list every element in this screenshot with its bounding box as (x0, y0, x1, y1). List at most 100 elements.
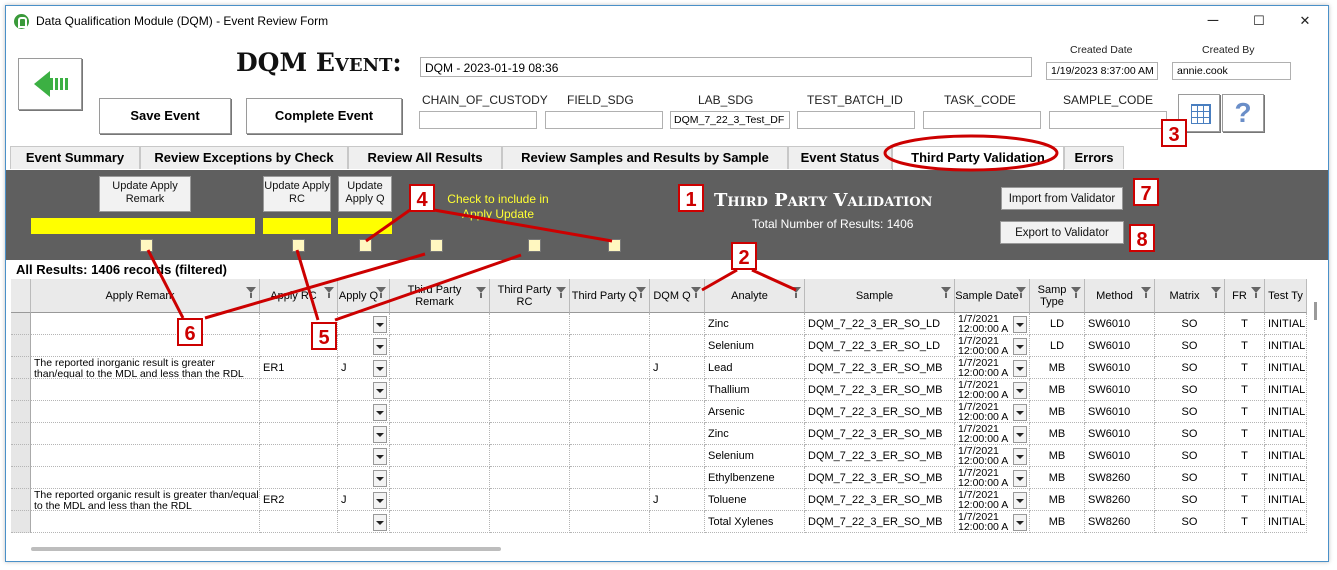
filter-icon[interactable] (1251, 287, 1261, 298)
tab-review-samples-and-results[interactable]: Review Samples and Results by Sample (502, 146, 788, 169)
dropdown-arrow-icon[interactable] (1013, 448, 1027, 465)
table-row[interactable]: Selenium DQM_7_22_3_ER_SO_LD 1/7/2021 12:0… (11, 335, 1307, 357)
column-header[interactable]: DQM Q (650, 279, 705, 313)
row-selector[interactable] (11, 489, 31, 511)
sample-date-cell[interactable]: 1/7/2021 12:00:00 A (955, 467, 1030, 489)
help-button[interactable]: ? (1222, 94, 1264, 132)
column-header[interactable]: Sample (805, 279, 955, 313)
apply-q-cell[interactable]: J (338, 489, 390, 511)
filter-icon[interactable] (556, 287, 566, 298)
column-header[interactable]: Third Party RC (490, 279, 570, 313)
include-remark-checkbox[interactable] (140, 239, 153, 252)
column-header[interactable]: Sample Date (955, 279, 1030, 313)
filter-icon[interactable] (1141, 287, 1151, 298)
apply-remark-input[interactable] (31, 218, 255, 234)
tab-errors[interactable]: Errors (1064, 146, 1124, 169)
apply-q-cell[interactable]: J (338, 357, 390, 379)
apply-q-cell[interactable] (338, 335, 390, 357)
sample-date-cell[interactable]: 1/7/2021 12:00:00 A (955, 445, 1030, 467)
field-sdg-field[interactable] (545, 111, 663, 129)
back-button[interactable] (18, 58, 82, 110)
sample-date-cell[interactable]: 1/7/2021 12:00:00 A (955, 357, 1030, 379)
maximize-button[interactable]: ☐ (1236, 6, 1282, 36)
row-selector[interactable] (11, 467, 31, 489)
column-header[interactable]: Method (1085, 279, 1155, 313)
horizontal-scrollbar[interactable] (31, 547, 501, 551)
include-rc-checkbox[interactable] (292, 239, 305, 252)
task-code-field[interactable] (923, 111, 1041, 129)
dropdown-arrow-icon[interactable] (373, 514, 387, 531)
column-header[interactable]: FR (1225, 279, 1265, 313)
vertical-scrollbar[interactable] (1314, 302, 1317, 320)
filter-icon[interactable] (476, 287, 486, 298)
sample-date-cell[interactable]: 1/7/2021 12:00:00 A (955, 313, 1030, 335)
column-header[interactable]: Third Party Q (570, 279, 650, 313)
dropdown-arrow-icon[interactable] (1013, 470, 1027, 487)
dropdown-arrow-icon[interactable] (1013, 492, 1027, 509)
event-name-field[interactable]: DQM - 2023-01-19 08:36 (420, 57, 1032, 77)
filter-icon[interactable] (1071, 287, 1081, 298)
export-to-validator-button[interactable]: Export to Validator (1000, 221, 1124, 244)
filter-icon[interactable] (791, 287, 801, 298)
filter-icon[interactable] (246, 287, 256, 298)
row-selector[interactable] (11, 445, 31, 467)
dropdown-arrow-icon[interactable] (373, 404, 387, 421)
dropdown-arrow-icon[interactable] (1013, 360, 1027, 377)
apply-q-cell[interactable] (338, 423, 390, 445)
row-selector[interactable] (11, 357, 31, 379)
dropdown-arrow-icon[interactable] (373, 360, 387, 377)
chain-of-custody-field[interactable] (419, 111, 537, 129)
table-row[interactable]: Ethylbenzene DQM_7_22_3_ER_SO_MB 1/7/2021 … (11, 467, 1307, 489)
apply-q-cell[interactable] (338, 379, 390, 401)
tab-event-status[interactable]: Event Status (788, 146, 892, 169)
apply-q-cell[interactable] (338, 445, 390, 467)
dropdown-arrow-icon[interactable] (373, 338, 387, 355)
table-row[interactable]: Arsenic DQM_7_22_3_ER_SO_MB 1/7/2021 12:00… (11, 401, 1307, 423)
sample-date-cell[interactable]: 1/7/2021 12:00:00 A (955, 423, 1030, 445)
filter-icon[interactable] (324, 287, 334, 298)
complete-event-button[interactable]: Complete Event (246, 98, 402, 134)
filter-icon[interactable] (1211, 287, 1221, 298)
column-header[interactable]: Apply Q (338, 279, 390, 313)
dropdown-arrow-icon[interactable] (373, 426, 387, 443)
apply-q-cell[interactable] (338, 467, 390, 489)
include-third-party-rc-checkbox[interactable] (528, 239, 541, 252)
column-header[interactable]: Apply Remark (31, 279, 260, 313)
include-third-party-q-checkbox[interactable] (608, 239, 621, 252)
filter-icon[interactable] (691, 287, 701, 298)
column-header[interactable]: Analyte (705, 279, 805, 313)
row-selector[interactable] (11, 379, 31, 401)
tab-review-exceptions-by-check[interactable]: Review Exceptions by Check (140, 146, 348, 169)
lab-sdg-field[interactable]: DQM_7_22_3_Test_DF (670, 111, 790, 129)
row-selector[interactable] (11, 423, 31, 445)
row-selector[interactable] (11, 401, 31, 423)
sample-date-cell[interactable]: 1/7/2021 12:00:00 A (955, 401, 1030, 423)
row-selector[interactable] (11, 313, 31, 335)
save-event-button[interactable]: Save Event (99, 98, 231, 134)
include-q-checkbox[interactable] (359, 239, 372, 252)
dropdown-arrow-icon[interactable] (1013, 426, 1027, 443)
dropdown-arrow-icon[interactable] (1013, 382, 1027, 399)
tab-review-all-results[interactable]: Review All Results (348, 146, 502, 169)
close-button[interactable]: ✕ (1282, 6, 1328, 36)
column-header[interactable]: Matrix (1155, 279, 1225, 313)
update-apply-rc-button[interactable]: Update Apply RC (263, 176, 331, 212)
import-from-validator-button[interactable]: Import from Validator (1001, 187, 1123, 210)
apply-q-cell[interactable] (338, 511, 390, 533)
dropdown-arrow-icon[interactable] (1013, 316, 1027, 333)
table-row[interactable]: Total Xylenes DQM_7_22_3_ER_SO_MB 1/7/2021… (11, 511, 1307, 533)
filter-icon[interactable] (636, 287, 646, 298)
sample-date-cell[interactable]: 1/7/2021 12:00:00 A (955, 489, 1030, 511)
column-header[interactable]: Samp Type (1030, 279, 1085, 313)
sample-date-cell[interactable]: 1/7/2021 12:00:00 A (955, 511, 1030, 533)
sample-code-field[interactable] (1049, 111, 1167, 129)
apply-rc-input[interactable] (263, 218, 331, 234)
dropdown-arrow-icon[interactable] (1013, 338, 1027, 355)
dropdown-arrow-icon[interactable] (373, 492, 387, 509)
update-apply-remark-button[interactable]: Update Apply Remark (99, 176, 191, 212)
dropdown-arrow-icon[interactable] (1013, 404, 1027, 421)
tab-third-party-validation[interactable]: Third Party Validation (892, 146, 1064, 170)
row-selector[interactable] (11, 511, 31, 533)
row-selector[interactable] (11, 335, 31, 357)
tab-event-summary[interactable]: Event Summary (10, 146, 140, 169)
